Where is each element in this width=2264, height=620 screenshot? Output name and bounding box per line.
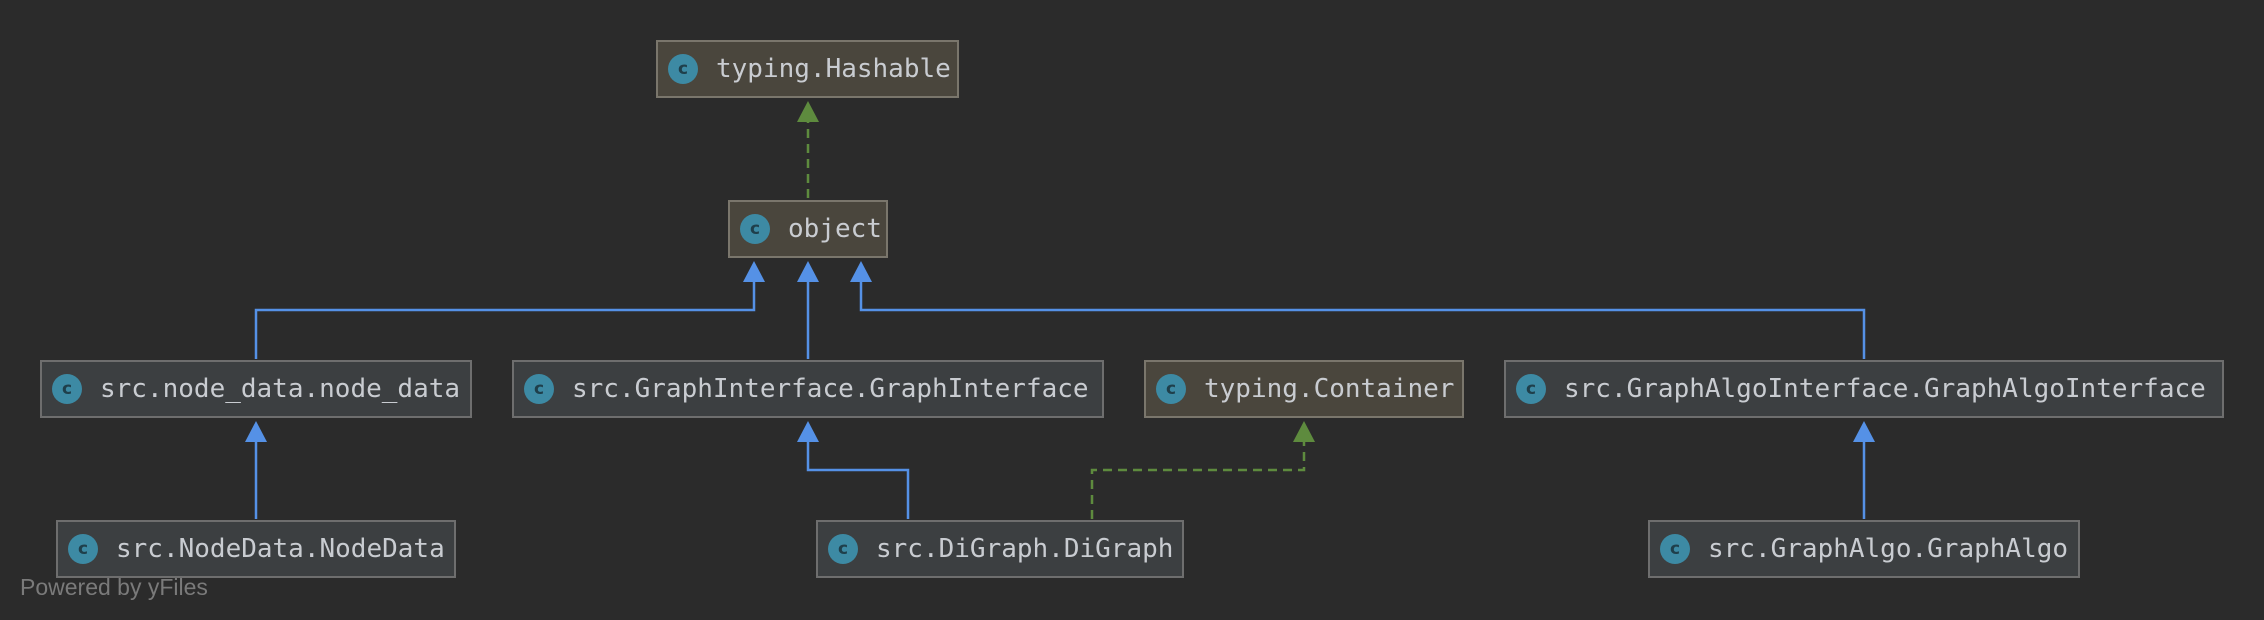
class-node-graph-interface[interactable]: c src.GraphInterface.GraphInterface bbox=[512, 360, 1104, 418]
class-label: src.DiGraph.DiGraph bbox=[876, 534, 1174, 564]
arrowhead-object-right bbox=[850, 261, 872, 282]
class-icon: c bbox=[668, 54, 698, 84]
class-node-node-data[interactable]: c src.node_data.node_data bbox=[40, 360, 472, 418]
class-icon: c bbox=[1516, 374, 1546, 404]
class-node-object[interactable]: c object bbox=[728, 200, 888, 258]
arrowhead-graph-interface bbox=[797, 421, 819, 442]
arrowhead-object-left bbox=[743, 261, 765, 282]
class-icon: c bbox=[828, 534, 858, 564]
edge-node-data-to-object bbox=[254, 281, 756, 359]
class-icon: c bbox=[52, 374, 82, 404]
class-label: typing.Container bbox=[1204, 374, 1455, 404]
arrowhead-object-center bbox=[797, 261, 819, 282]
class-label: src.NodeData.NodeData bbox=[116, 534, 445, 564]
edge-digraph-to-graph-interface bbox=[806, 441, 910, 519]
powered-by-footer: Powered by yFiles bbox=[20, 574, 208, 600]
class-node-graph-algo-interface[interactable]: c src.GraphAlgoInterface.GraphAlgoInterf… bbox=[1504, 360, 2224, 418]
class-node-nodedata[interactable]: c src.NodeData.NodeData bbox=[56, 520, 456, 578]
class-icon: c bbox=[1660, 534, 1690, 564]
class-node-typing-container[interactable]: c typing.Container bbox=[1144, 360, 1464, 418]
class-label: typing.Hashable bbox=[716, 54, 951, 84]
class-icon: c bbox=[740, 214, 770, 244]
arrowhead-hashable bbox=[797, 101, 819, 122]
class-node-graph-algo[interactable]: c src.GraphAlgo.GraphAlgo bbox=[1648, 520, 2080, 578]
edge-digraph-to-container bbox=[1090, 441, 1306, 519]
class-label: src.GraphAlgoInterface.GraphAlgoInterfac… bbox=[1564, 374, 2206, 404]
class-icon: c bbox=[1156, 374, 1186, 404]
class-label: object bbox=[788, 214, 882, 244]
arrowhead-node-data bbox=[245, 421, 267, 442]
class-label: src.GraphAlgo.GraphAlgo bbox=[1708, 534, 2069, 564]
class-label: src.GraphInterface.GraphInterface bbox=[572, 374, 1089, 404]
class-icon: c bbox=[68, 534, 98, 564]
class-node-digraph[interactable]: c src.DiGraph.DiGraph bbox=[816, 520, 1184, 578]
class-label: src.node_data.node_data bbox=[100, 374, 461, 404]
class-icon: c bbox=[524, 374, 554, 404]
arrowhead-container bbox=[1293, 421, 1315, 442]
edge-graph-algo-interface-to-object bbox=[859, 281, 1866, 359]
arrowhead-graph-algo-interface bbox=[1853, 421, 1875, 442]
class-node-typing-hashable[interactable]: c typing.Hashable bbox=[656, 40, 959, 98]
